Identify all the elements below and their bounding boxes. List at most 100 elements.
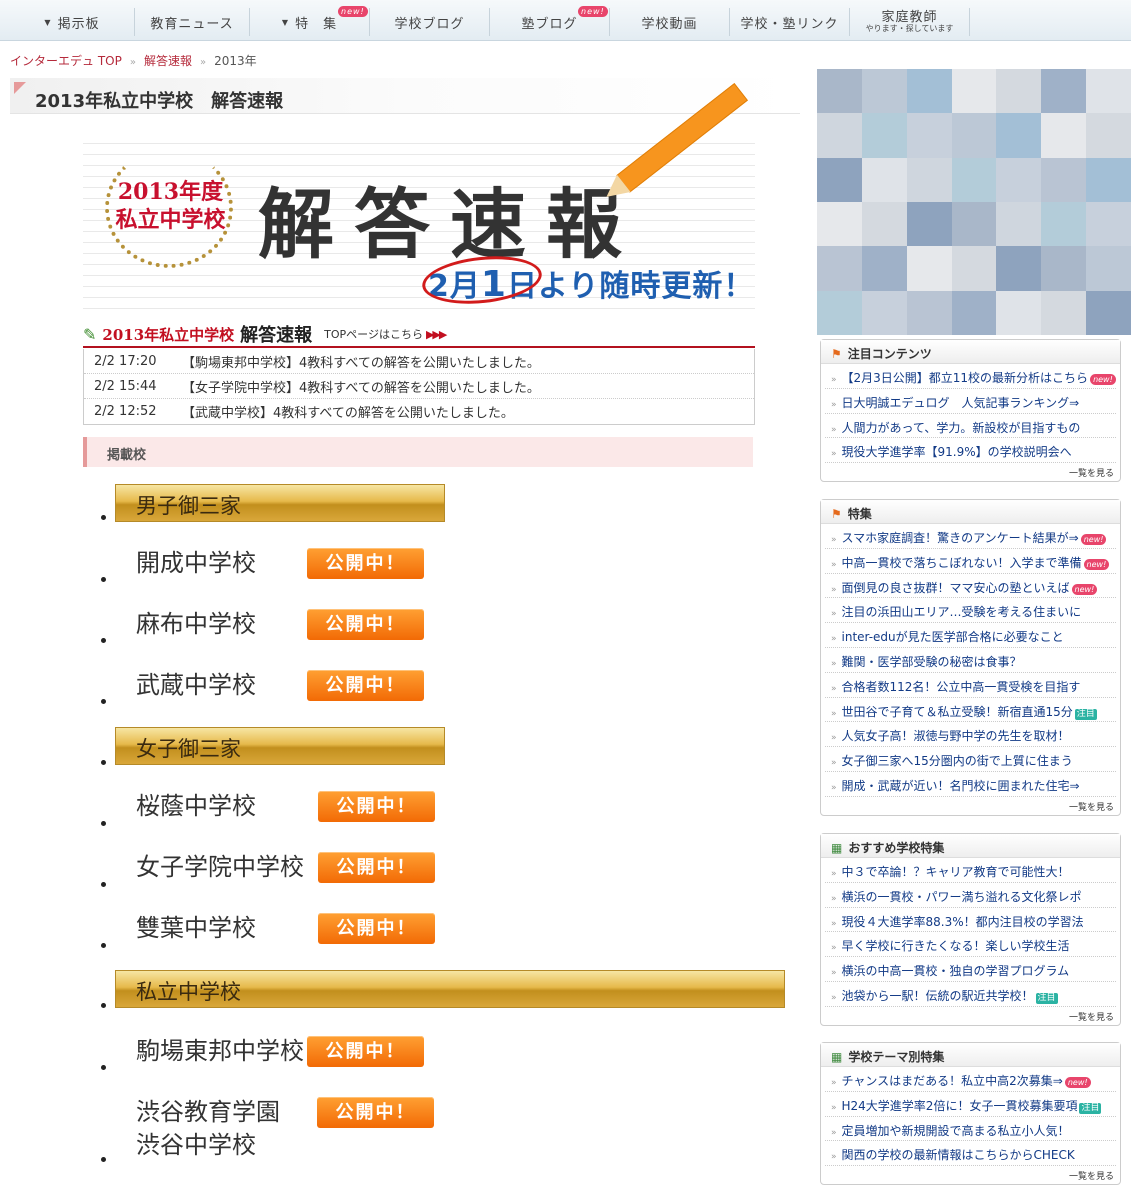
new-badge: new! <box>578 6 608 17</box>
breadcrumb-home[interactable]: インターエデュ TOP <box>10 52 122 69</box>
sidebar-link[interactable]: » 難関・医学部受験の秘密は食事？ <box>825 648 1116 673</box>
sidebar-link[interactable]: » 女子御三家へ15分圏内の街で上質に住まう <box>825 747 1116 772</box>
global-nav: ▼ 掲示板 教育ニュース ▼ 特 集 new! 学校ブログ 塾ブログ new! 学校動画… <box>0 0 1131 41</box>
school-name[interactable]: 開成中学校 <box>136 547 256 580</box>
group-header: 女子御三家 <box>115 727 445 765</box>
sidebar-link[interactable]: » 現役４大進学率88.3%！都内注目校の学習法 <box>825 908 1116 933</box>
sidebar-link[interactable]: » 早く学校に行きたくなる！楽しい学校生活 <box>825 932 1116 958</box>
sidebar-link[interactable]: » 関西の学校の最新情報はこちらからCHECK <box>825 1141 1116 1167</box>
arrow-icon: » <box>831 634 837 645</box>
arrow-icon: » <box>831 782 837 793</box>
nav-school-blog[interactable]: 学校ブログ <box>370 8 490 36</box>
sidebar-link[interactable]: » 定員増加や新規開設で高まる私立小人気！ <box>825 1117 1116 1142</box>
sidebar-link[interactable]: » 人間力があって、学力。新設校が目指すもの <box>825 414 1116 439</box>
breadcrumb-parent[interactable]: 解答速報 <box>144 52 192 69</box>
bullet <box>101 821 106 826</box>
arrow-icon: » <box>831 375 837 385</box>
nav-bbs[interactable]: ▼ 掲示板 <box>10 8 135 36</box>
arrow-icon: » <box>831 708 837 719</box>
sidebar-link[interactable]: » チャンスはまだある！私立中高2次募集⇒ new! <box>825 1067 1116 1092</box>
school-building-icon: ▦ <box>831 1049 843 1064</box>
sidebar-link[interactable]: » スマホ家庭調査！驚きのアンケート結果が⇒ new! <box>825 524 1116 549</box>
banner-update-note: 2月1日より随時更新！ <box>419 250 754 310</box>
nav-links[interactable]: 学校・塾リンク <box>730 8 850 36</box>
sidebar-box-special: ⚑ 特集 » スマホ家庭調査！驚きのアンケート結果が⇒ new! » 中高一貫校で落ちこ… <box>820 499 1121 816</box>
more-link[interactable]: 一覧を見る <box>821 1007 1120 1025</box>
open-button[interactable]: 公開中！ <box>307 1036 424 1067</box>
open-button[interactable]: 公開中！ <box>307 670 424 701</box>
banner-title: 解答速報 <box>258 180 642 269</box>
breadcrumb-current: 2013年 <box>214 54 257 68</box>
schools-section-label: 掲載校 <box>83 437 753 467</box>
sidebar-link[interactable]: » 世田谷で子育て＆私立受験！新宿直通15分 注目 <box>825 698 1116 723</box>
more-link[interactable]: 一覧を見る <box>821 463 1120 481</box>
bullet <box>101 1065 106 1070</box>
flag-icon: ⚑ <box>831 346 842 361</box>
open-button[interactable]: 公開中！ <box>307 548 424 579</box>
triple-arrow-icon: ▶▶▶ <box>425 328 447 341</box>
open-button[interactable]: 公開中！ <box>307 609 424 640</box>
more-link[interactable]: 一覧を見る <box>821 797 1120 815</box>
nav-juku-blog[interactable]: 塾ブログ new! <box>490 6 610 36</box>
bullet <box>101 515 106 520</box>
arrow-icon: » <box>831 869 837 879</box>
news-list: 2/2 17:20 【駒場東邦中学校】4教科すべての解答を公開いたしました。 2/… <box>83 349 755 425</box>
open-button[interactable]: 公開中！ <box>318 791 435 822</box>
school-name[interactable]: 桜蔭中学校 <box>136 790 256 823</box>
nav-school-video[interactable]: 学校動画 <box>610 8 730 36</box>
nav-tutor[interactable]: 家庭教師 やります・探しています <box>850 8 970 36</box>
page-title: 2013年私立中学校 解答速報 <box>10 78 800 114</box>
sidebar-link[interactable]: » H24大学進学率2倍に！女子一貫校募集要項 注目 <box>825 1092 1116 1117</box>
arrow-icon: » <box>831 1152 837 1163</box>
arrow-icon: » <box>831 449 837 460</box>
bullet <box>101 699 106 704</box>
top-page-link[interactable]: TOPページはこちら ▶▶▶ <box>324 326 447 342</box>
open-button[interactable]: 公開中！ <box>318 852 435 883</box>
sidebar-link[interactable]: » inter-eduが見た医学部合格に必要なこと <box>825 623 1116 648</box>
arrow-icon: » <box>831 733 837 744</box>
arrow-icon: » <box>831 424 837 435</box>
sidebar-link[interactable]: » 横浜の中高一貫校・独自の学習プログラム <box>825 957 1116 982</box>
sidebar-link[interactable]: » 現役大学進学率【91.9%】の学校説明会へ <box>825 438 1116 464</box>
arrow-icon: » <box>831 918 837 929</box>
school-name[interactable]: 女子学院中学校 <box>136 851 304 884</box>
arrow-icon: » <box>831 559 837 570</box>
school-name[interactable]: 麻布中学校 <box>136 608 256 641</box>
arrow-icon: » <box>831 658 837 669</box>
advertisement-image[interactable] <box>817 69 1131 335</box>
arrow-icon: » <box>831 968 837 979</box>
sidebar-link[interactable]: » 人気女子高！淑徳与野中学の先生を取材！ <box>825 722 1116 748</box>
school-name[interactable]: 雙葉中学校 <box>136 912 256 945</box>
sidebar-link[interactable]: » 面倒見の良さ抜群！ママ安心の塾といえば new! <box>825 574 1116 599</box>
breadcrumb: インターエデュ TOP» 解答速報» 2013年 <box>10 52 257 69</box>
banner-year: 2013年度 私立中学校 <box>115 179 226 233</box>
sidebar-box-featured: ⚑ 注目コンテンツ » 【2月3日公開】都立11校の最新分析はこちら new! » 日大… <box>820 339 1121 483</box>
sidebar-link[interactable]: » 開成・武蔵が近い！名門校に囲まれた住宅⇒ <box>825 772 1116 797</box>
sidebar-link[interactable]: » 横浜の一貫校・パワー満ち溢れる文化祭レポ <box>825 883 1116 908</box>
school-name[interactable]: 武蔵中学校 <box>136 669 256 702</box>
sidebar-link[interactable]: » 中高一貫校で落ちこぼれない！入学まで準備 new! <box>825 549 1116 574</box>
sidebar-link[interactable]: » 池袋から一駅！伝統の駅近共学校！ 注目 <box>825 982 1116 1007</box>
sidebar-link[interactable]: » 合格者数112名！公立中高一貫受検を目指す <box>825 673 1116 698</box>
sidebar-link[interactable]: » 【2月3日公開】都立11校の最新分析はこちら new! <box>825 364 1116 389</box>
arrow-icon: » <box>831 535 837 545</box>
arrow-icon: » <box>831 1102 837 1113</box>
news-item[interactable]: 2/2 15:44 【女子学院中学校】4教科すべての解答を公開いたしました。 <box>84 374 754 399</box>
school-name[interactable]: 駒場東邦中学校 <box>136 1035 304 1068</box>
open-button[interactable]: 公開中！ <box>318 913 435 944</box>
sidebar-link[interactable]: » 中３で卒論！？キャリア教育で可能性大！ <box>825 858 1116 883</box>
sidebar-link[interactable]: » 注目の浜田山エリア…受験を考える住まいに <box>825 598 1116 624</box>
arrow-icon: » <box>831 943 837 954</box>
nav-news[interactable]: 教育ニュース <box>135 8 250 36</box>
news-item[interactable]: 2/2 17:20 【駒場東邦中学校】4教科すべての解答を公開いたしました。 <box>84 349 754 374</box>
bullet <box>101 760 106 765</box>
news-item[interactable]: 2/2 12:52 【武蔵中学校】4教科すべての解答を公開いたしました。 <box>84 399 754 424</box>
arrow-icon: » <box>831 1078 837 1088</box>
nav-special[interactable]: ▼ 特 集 new! <box>250 6 370 36</box>
hero-banner: 2013年度 私立中学校 解答速報 2月1日より随時更新！ <box>83 82 755 313</box>
sidebar-link[interactable]: » 日大明誠エデュログ 人気記事ランキング⇒ <box>825 389 1116 414</box>
school-name[interactable]: 渋谷教育学園 渋谷中学校 <box>136 1096 280 1162</box>
more-link[interactable]: 一覧を見る <box>821 1166 1120 1184</box>
open-button[interactable]: 公開中！ <box>317 1097 434 1128</box>
sidebar-box-theme: ▦ 学校テーマ別特集 » チャンスはまだある！私立中高2次募集⇒ new! » H24大… <box>820 1042 1121 1186</box>
